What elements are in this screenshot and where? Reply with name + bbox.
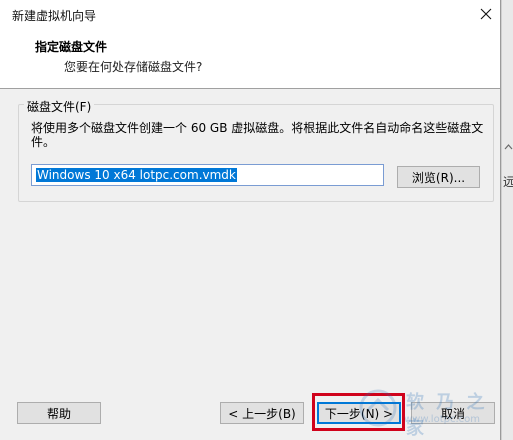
close-icon: [480, 8, 492, 23]
disk-file-description: 将使用多个磁盘文件创建一个 60 GB 虚拟磁盘。将根据此文件名自动命名这些磁盘…: [31, 121, 484, 149]
back-button[interactable]: < 上一步(B): [220, 402, 304, 424]
disk-file-name-value: Windows 10 x64 lotpc.com.vmdk: [36, 168, 237, 182]
browse-button[interactable]: 浏览(R)...: [397, 166, 480, 188]
title-bar: 新建虚拟机向导: [0, 0, 500, 30]
window-title: 新建虚拟机向导: [12, 9, 97, 23]
background-window-text: 远: [503, 175, 513, 189]
chevron-up-icon: [504, 140, 513, 154]
disk-file-group-label: 磁盘文件(F): [24, 98, 95, 115]
new-vm-wizard-dialog: 新建虚拟机向导 指定磁盘文件 您要在何处存储磁盘文件? 磁盘文件(F) 将使用多…: [0, 0, 501, 440]
page-title: 指定磁盘文件: [35, 40, 108, 54]
watermark-url: www.lotpc.com: [404, 414, 480, 425]
help-button[interactable]: 帮助: [17, 402, 101, 424]
wizard-header: 指定磁盘文件 您要在何处存储磁盘文件?: [0, 30, 500, 89]
background-window-edge: [501, 0, 513, 440]
disk-file-name-input[interactable]: Windows 10 x64 lotpc.com.vmdk: [31, 164, 384, 186]
page-subtitle: 您要在何处存储磁盘文件?: [64, 60, 203, 74]
close-button[interactable]: [472, 2, 500, 28]
